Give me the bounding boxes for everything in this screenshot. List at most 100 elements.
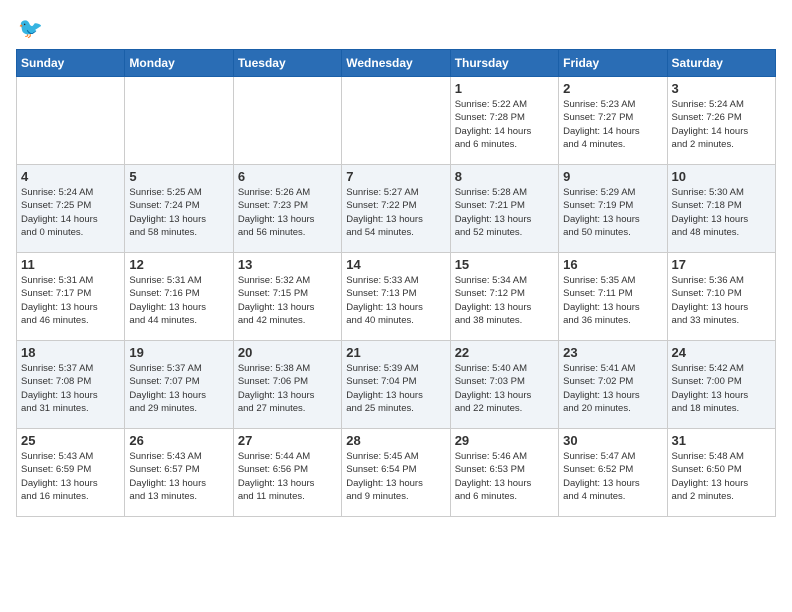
- day-number: 17: [672, 257, 771, 272]
- calendar-week-row: 18Sunrise: 5:37 AM Sunset: 7:08 PM Dayli…: [17, 341, 776, 429]
- calendar-cell: 7Sunrise: 5:27 AM Sunset: 7:22 PM Daylig…: [342, 165, 450, 253]
- calendar-cell: 6 Sunrise: 5:26 AM Sunset: 7:23 PM Daylig…: [233, 165, 341, 253]
- day-number: 24: [672, 345, 771, 360]
- day-info: Sunrise: 5:43 AM Sunset: 6:59 PM Dayligh…: [21, 450, 120, 503]
- calendar-cell: 13 Sunrise: 5:32 AM Sunset: 7:15 PM Dayli…: [233, 253, 341, 341]
- day-info: Sunrise: 5:37 AM Sunset: 7:08 PM Dayligh…: [21, 362, 120, 415]
- day-info: Sunrise: 5:43 AM Sunset: 6:57 PM Dayligh…: [129, 450, 228, 503]
- day-info: Sunrise: 5:34 AM Sunset: 7:12 PM Dayligh…: [455, 274, 554, 327]
- day-number: 8: [455, 169, 554, 184]
- calendar-cell: [233, 77, 341, 165]
- calendar-cell: 24 Sunrise: 5:42 AM Sunset: 7:00 PM Dayli…: [667, 341, 775, 429]
- calendar-table: SundayMondayTuesdayWednesdayThursdayFrid…: [16, 49, 776, 517]
- day-number: 13: [238, 257, 337, 272]
- calendar-cell: 20 Sunrise: 5:38 AM Sunset: 7:06 PM Dayli…: [233, 341, 341, 429]
- calendar-cell: 26 Sunrise: 5:43 AM Sunset: 6:57 PM Dayli…: [125, 429, 233, 517]
- day-info: Sunrise: 5:46 AM Sunset: 6:53 PM Dayligh…: [455, 450, 554, 503]
- day-number: 26: [129, 433, 228, 448]
- calendar-cell: 28 Sunrise: 5:45 AM Sunset: 6:54 PM Dayli…: [342, 429, 450, 517]
- calendar-cell: 16 Sunrise: 5:35 AM Sunset: 7:11 PM Dayli…: [559, 253, 667, 341]
- day-number: 10: [672, 169, 771, 184]
- calendar-cell: [17, 77, 125, 165]
- day-number: 14: [346, 257, 445, 272]
- calendar-day-header: Monday: [125, 50, 233, 77]
- calendar-cell: [342, 77, 450, 165]
- day-number: 19: [129, 345, 228, 360]
- day-info: Sunrise: 5:26 AM Sunset: 7:23 PM Dayligh…: [238, 186, 337, 239]
- day-number: 5: [129, 169, 228, 184]
- day-number: 20: [238, 345, 337, 360]
- day-number: 16: [563, 257, 662, 272]
- calendar-cell: 15Sunrise: 5:34 AM Sunset: 7:12 PM Dayli…: [450, 253, 558, 341]
- day-info: Sunrise: 5:47 AM Sunset: 6:52 PM Dayligh…: [563, 450, 662, 503]
- day-number: 25: [21, 433, 120, 448]
- calendar-week-row: 25 Sunrise: 5:43 AM Sunset: 6:59 PM Dayli…: [17, 429, 776, 517]
- day-info: Sunrise: 5:48 AM Sunset: 6:50 PM Dayligh…: [672, 450, 771, 503]
- calendar-cell: 9 Sunrise: 5:29 AM Sunset: 7:19 PM Daylig…: [559, 165, 667, 253]
- calendar-cell: 22 Sunrise: 5:40 AM Sunset: 7:03 PM Dayli…: [450, 341, 558, 429]
- day-info: Sunrise: 5:38 AM Sunset: 7:06 PM Dayligh…: [238, 362, 337, 415]
- calendar-cell: 10Sunrise: 5:30 AM Sunset: 7:18 PM Dayli…: [667, 165, 775, 253]
- day-info: Sunrise: 5:42 AM Sunset: 7:00 PM Dayligh…: [672, 362, 771, 415]
- calendar-cell: 29 Sunrise: 5:46 AM Sunset: 6:53 PM Dayli…: [450, 429, 558, 517]
- day-number: 11: [21, 257, 120, 272]
- day-info: Sunrise: 5:37 AM Sunset: 7:07 PM Dayligh…: [129, 362, 228, 415]
- day-number: 3: [672, 81, 771, 96]
- calendar-cell: [125, 77, 233, 165]
- calendar-day-header: Tuesday: [233, 50, 341, 77]
- calendar-cell: 8Sunrise: 5:28 AM Sunset: 7:21 PM Daylig…: [450, 165, 558, 253]
- day-info: Sunrise: 5:44 AM Sunset: 6:56 PM Dayligh…: [238, 450, 337, 503]
- calendar-day-header: Thursday: [450, 50, 558, 77]
- calendar-cell: 2Sunrise: 5:23 AM Sunset: 7:27 PM Daylig…: [559, 77, 667, 165]
- calendar-cell: 4 Sunrise: 5:24 AM Sunset: 7:25 PM Daylig…: [17, 165, 125, 253]
- day-number: 1: [455, 81, 554, 96]
- day-info: Sunrise: 5:32 AM Sunset: 7:15 PM Dayligh…: [238, 274, 337, 327]
- calendar-week-row: 4 Sunrise: 5:24 AM Sunset: 7:25 PM Daylig…: [17, 165, 776, 253]
- calendar-cell: 23Sunrise: 5:41 AM Sunset: 7:02 PM Dayli…: [559, 341, 667, 429]
- day-number: 31: [672, 433, 771, 448]
- calendar-day-header: Saturday: [667, 50, 775, 77]
- day-number: 23: [563, 345, 662, 360]
- calendar-cell: 5 Sunrise: 5:25 AM Sunset: 7:24 PM Daylig…: [125, 165, 233, 253]
- day-number: 9: [563, 169, 662, 184]
- day-number: 22: [455, 345, 554, 360]
- calendar-cell: 25 Sunrise: 5:43 AM Sunset: 6:59 PM Dayli…: [17, 429, 125, 517]
- calendar-cell: 31 Sunrise: 5:48 AM Sunset: 6:50 PM Dayli…: [667, 429, 775, 517]
- logo: 🐦: [16, 16, 43, 41]
- logo-bird-icon: 🐦: [18, 16, 43, 41]
- day-info: Sunrise: 5:35 AM Sunset: 7:11 PM Dayligh…: [563, 274, 662, 327]
- day-info: Sunrise: 5:31 AM Sunset: 7:17 PM Dayligh…: [21, 274, 120, 327]
- calendar-cell: 19 Sunrise: 5:37 AM Sunset: 7:07 PM Dayli…: [125, 341, 233, 429]
- calendar-day-header: Wednesday: [342, 50, 450, 77]
- calendar-cell: 18Sunrise: 5:37 AM Sunset: 7:08 PM Dayli…: [17, 341, 125, 429]
- day-info: Sunrise: 5:25 AM Sunset: 7:24 PM Dayligh…: [129, 186, 228, 239]
- day-info: Sunrise: 5:33 AM Sunset: 7:13 PM Dayligh…: [346, 274, 445, 327]
- day-number: 6: [238, 169, 337, 184]
- calendar-cell: 27Sunrise: 5:44 AM Sunset: 6:56 PM Dayli…: [233, 429, 341, 517]
- calendar-cell: 21 Sunrise: 5:39 AM Sunset: 7:04 PM Dayli…: [342, 341, 450, 429]
- page-header: 🐦: [16, 16, 776, 41]
- day-info: Sunrise: 5:23 AM Sunset: 7:27 PM Dayligh…: [563, 98, 662, 151]
- calendar-cell: 17 Sunrise: 5:36 AM Sunset: 7:10 PM Dayli…: [667, 253, 775, 341]
- day-number: 28: [346, 433, 445, 448]
- calendar-cell: 12Sunrise: 5:31 AM Sunset: 7:16 PM Dayli…: [125, 253, 233, 341]
- calendar-cell: 3 Sunrise: 5:24 AM Sunset: 7:26 PM Daylig…: [667, 77, 775, 165]
- day-number: 29: [455, 433, 554, 448]
- day-info: Sunrise: 5:36 AM Sunset: 7:10 PM Dayligh…: [672, 274, 771, 327]
- day-info: Sunrise: 5:40 AM Sunset: 7:03 PM Dayligh…: [455, 362, 554, 415]
- calendar-day-header: Friday: [559, 50, 667, 77]
- day-info: Sunrise: 5:29 AM Sunset: 7:19 PM Dayligh…: [563, 186, 662, 239]
- day-number: 30: [563, 433, 662, 448]
- day-number: 4: [21, 169, 120, 184]
- day-info: Sunrise: 5:31 AM Sunset: 7:16 PM Dayligh…: [129, 274, 228, 327]
- calendar-cell: 14 Sunrise: 5:33 AM Sunset: 7:13 PM Dayli…: [342, 253, 450, 341]
- day-info: Sunrise: 5:24 AM Sunset: 7:25 PM Dayligh…: [21, 186, 120, 239]
- day-info: Sunrise: 5:39 AM Sunset: 7:04 PM Dayligh…: [346, 362, 445, 415]
- day-number: 7: [346, 169, 445, 184]
- day-info: Sunrise: 5:45 AM Sunset: 6:54 PM Dayligh…: [346, 450, 445, 503]
- calendar-cell: 1Sunrise: 5:22 AM Sunset: 7:28 PM Daylig…: [450, 77, 558, 165]
- calendar-week-row: 1Sunrise: 5:22 AM Sunset: 7:28 PM Daylig…: [17, 77, 776, 165]
- day-number: 21: [346, 345, 445, 360]
- calendar-cell: 30 Sunrise: 5:47 AM Sunset: 6:52 PM Dayli…: [559, 429, 667, 517]
- day-info: Sunrise: 5:24 AM Sunset: 7:26 PM Dayligh…: [672, 98, 771, 151]
